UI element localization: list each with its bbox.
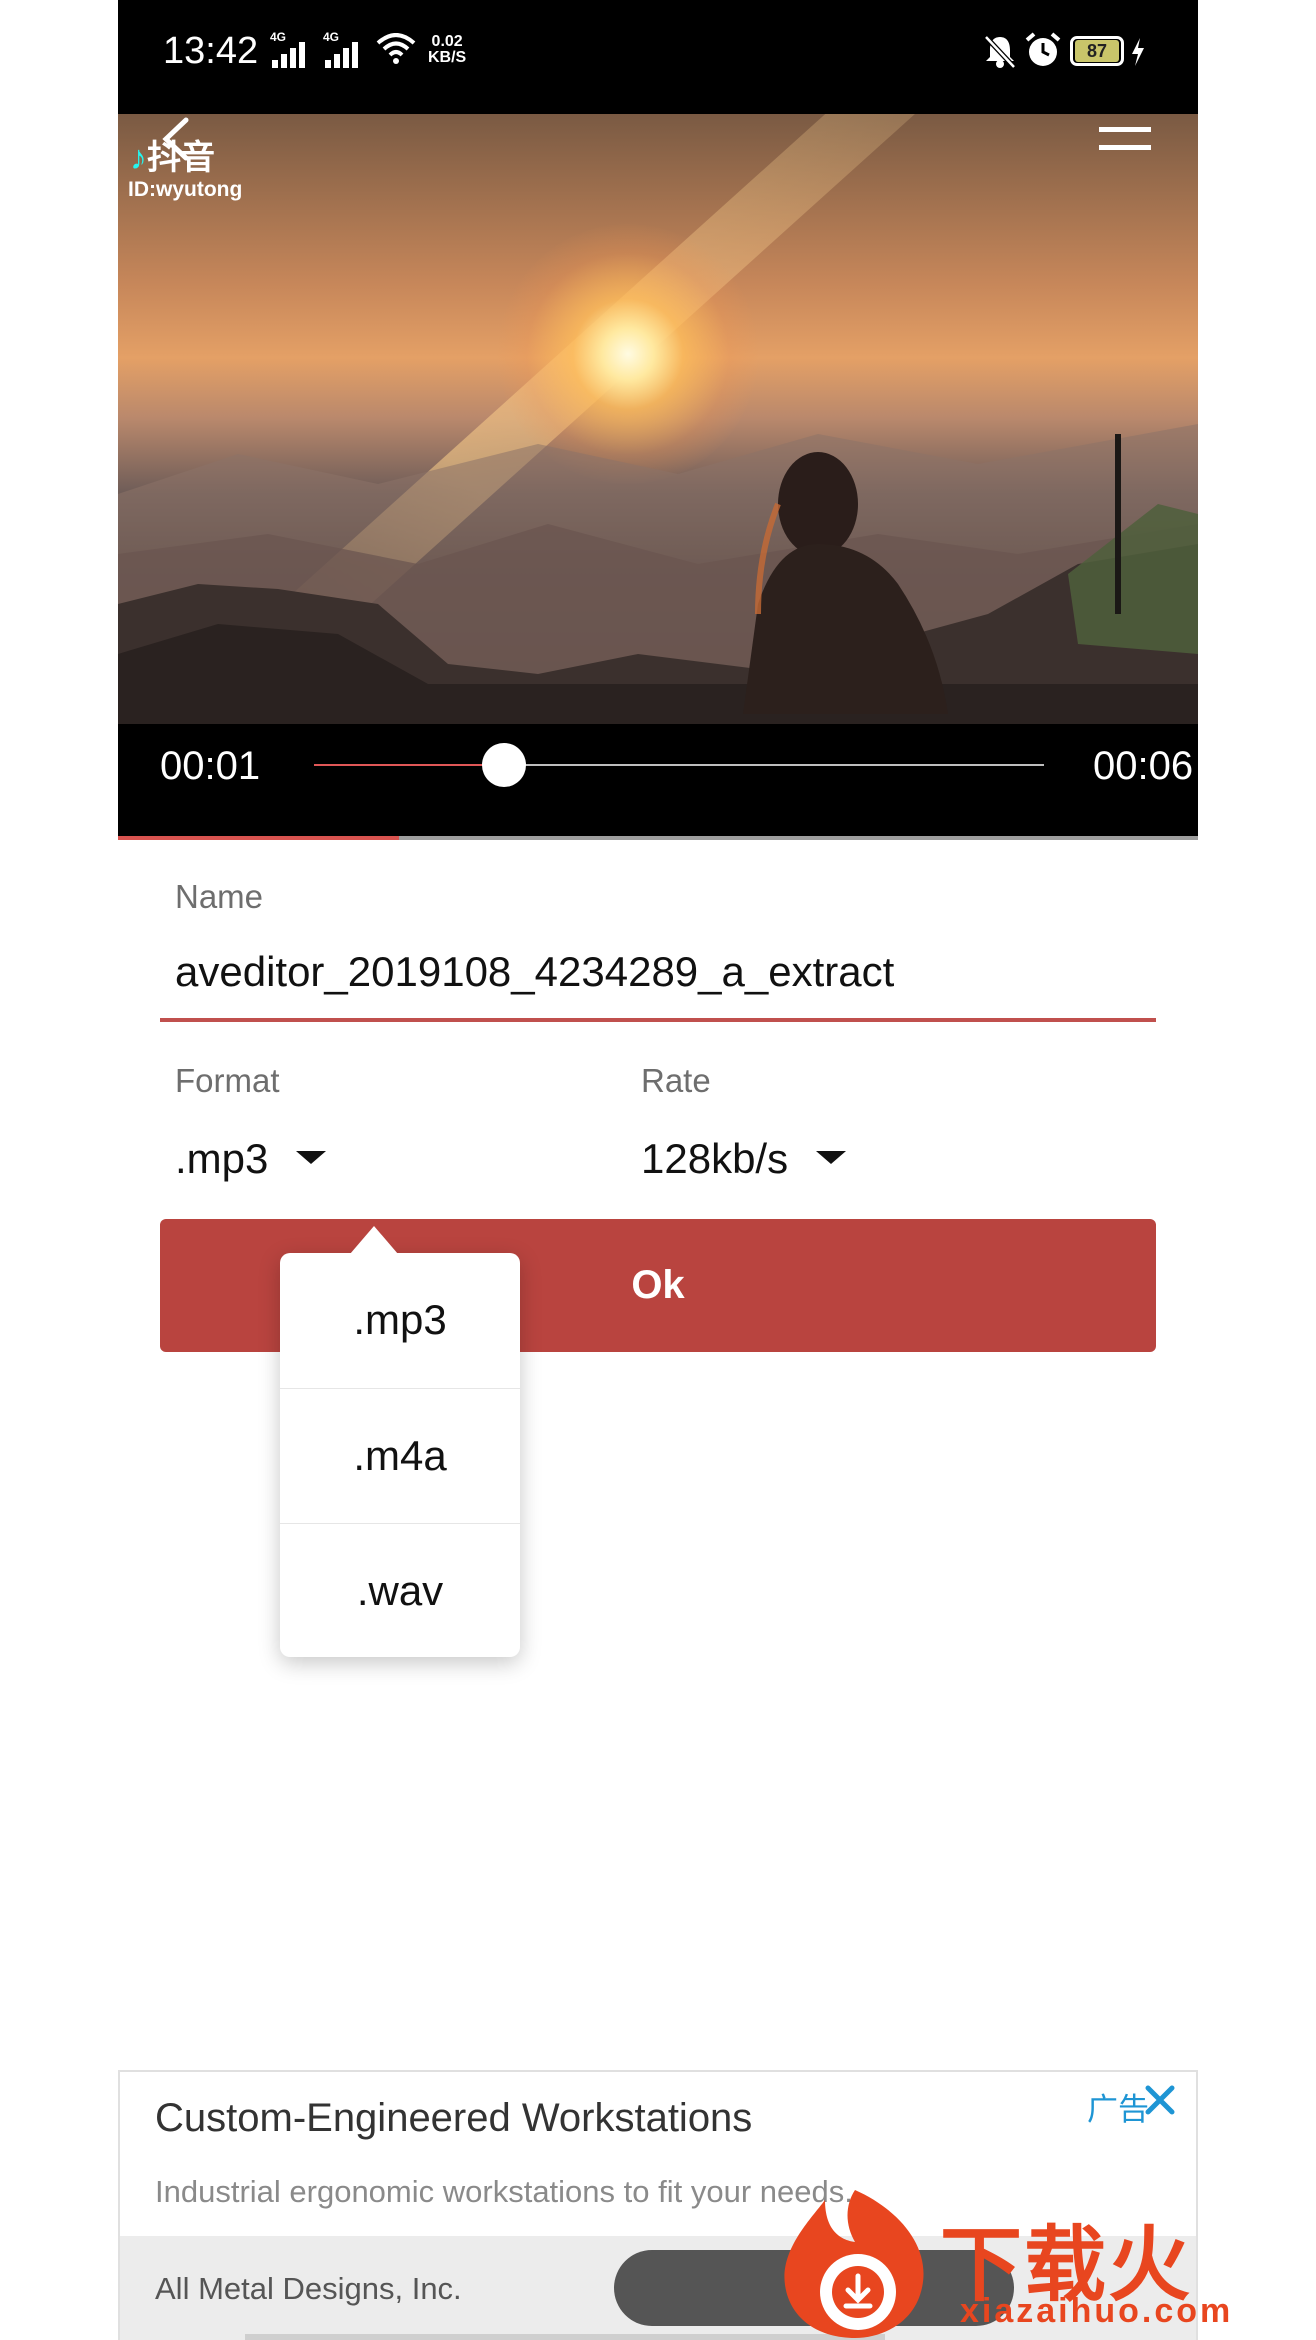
- ad-company: All Metal Designs, Inc.: [155, 2271, 462, 2306]
- lightning-icon: [1132, 38, 1144, 66]
- chevron-down-icon: [296, 1151, 327, 1165]
- format-label: Format: [175, 1062, 280, 1099]
- status-time: 13:42: [163, 30, 259, 72]
- progress-bar: [118, 836, 1198, 840]
- status-bar: 13:42 4G 4G 0.02 KB/S 87: [118, 0, 1198, 114]
- format-dropdown-menu: .mp3 .m4a .wav: [280, 1226, 520, 1658]
- rate-select-value: 128kb/s: [641, 1135, 789, 1182]
- bell-off-icon: [984, 35, 1016, 69]
- back-arrow-icon[interactable]: [158, 114, 198, 164]
- player-controls: 00:01 00:06: [118, 724, 1198, 836]
- chevron-down-icon: [816, 1151, 847, 1165]
- tiktok-user-id: ID:wyutong: [128, 178, 243, 201]
- battery-level: 87: [1075, 40, 1119, 62]
- format-option-m4a[interactable]: .m4a: [280, 1388, 520, 1523]
- video-player[interactable]: ♪抖音 ID:wyutong: [118, 114, 1198, 724]
- seek-bar-fill: [314, 764, 504, 766]
- battery-icon: 87: [1070, 36, 1124, 66]
- alarm-icon: [1025, 32, 1061, 66]
- close-icon[interactable]: [1142, 2082, 1178, 2118]
- current-time: 00:01: [160, 744, 261, 788]
- dropdown-pointer: [350, 1226, 398, 1254]
- seek-bar-thumb[interactable]: [481, 743, 526, 787]
- ok-button-label: Ok: [631, 1263, 685, 1307]
- total-time: 00:06: [1093, 744, 1194, 788]
- site-watermark: 下载火 xiazaihuo.com: [660, 2180, 1316, 2340]
- ad-badge: 广告: [1087, 2092, 1149, 2127]
- progress-bar-fill: [118, 836, 399, 840]
- net-speed-unit: KB/S: [428, 49, 467, 66]
- net-speed: 0.02 KB/S: [428, 34, 466, 66]
- wifi-icon: [376, 33, 416, 64]
- ad-title[interactable]: Custom-Engineered Workstations: [155, 2096, 752, 2141]
- seek-bar[interactable]: [314, 743, 1044, 787]
- name-label: Name: [175, 878, 264, 915]
- net-speed-value: 0.02: [431, 33, 463, 50]
- app-screen: 13:42 4G 4G 0.02 KB/S 87 ♪抖音 ID:wyutong …: [118, 0, 1198, 2340]
- rate-label: Rate: [641, 1062, 711, 1099]
- name-input-underline: [160, 1018, 1156, 1022]
- flame-logo-icon: [784, 2190, 924, 2338]
- format-select-value: .mp3: [175, 1135, 269, 1182]
- watermark-url: xiazaihuo.com: [960, 2292, 1234, 2330]
- hamburger-menu-icon[interactable]: [1099, 114, 1151, 153]
- rate-select[interactable]: 128kb/s: [641, 1135, 847, 1183]
- video-scene: [118, 424, 1198, 724]
- format-select[interactable]: .mp3: [175, 1135, 327, 1183]
- name-input[interactable]: aveditor_2019108_4234289_a_extract: [175, 948, 894, 996]
- format-option-mp3[interactable]: .mp3: [280, 1253, 520, 1387]
- format-option-wav[interactable]: .wav: [280, 1523, 520, 1658]
